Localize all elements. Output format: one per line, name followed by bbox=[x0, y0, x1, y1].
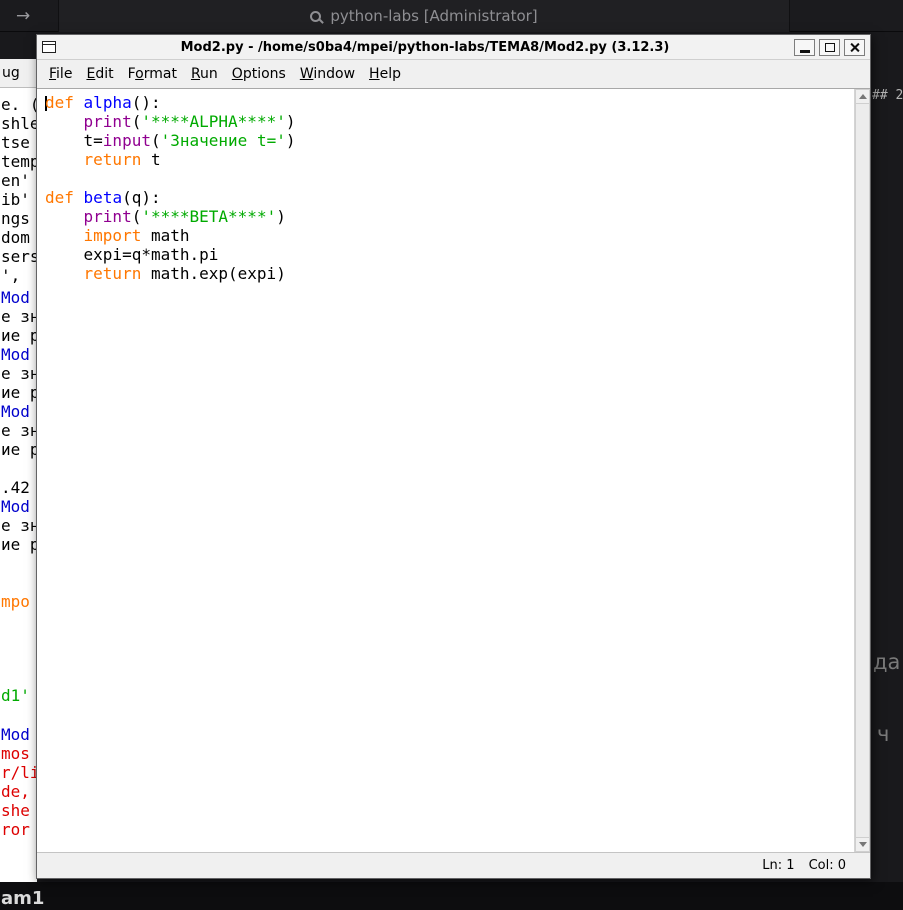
background-text-fragment: ## 2 bbox=[872, 88, 903, 103]
menu-file[interactable]: File bbox=[42, 62, 79, 86]
scroll-up-button[interactable] bbox=[855, 89, 870, 104]
background-code-fragment: mpo bbox=[1, 592, 30, 611]
code-editor[interactable]: def alpha(): print('****ALPHA****') t=in… bbox=[37, 89, 854, 852]
background-code-fragment: е зн bbox=[1, 421, 37, 440]
code-line-5[interactable] bbox=[45, 169, 854, 188]
background-code-fragment: Mod bbox=[1, 497, 30, 516]
triangle-down-icon bbox=[859, 842, 867, 847]
background-code-fragment: Mod bbox=[1, 725, 30, 744]
code-line-8[interactable]: import math bbox=[45, 226, 854, 245]
background-code-fragment: е зн bbox=[1, 364, 37, 383]
background-code-fragment: e. ( bbox=[1, 95, 37, 114]
background-code-fragment: d1' bbox=[1, 686, 30, 705]
vertical-scrollbar[interactable] bbox=[854, 89, 870, 852]
background-code-fragment: en' bbox=[1, 171, 30, 190]
status-column: Col: 0 bbox=[809, 858, 846, 873]
close-button[interactable] bbox=[844, 39, 865, 56]
background-window-editor: e. (shletsetempen'ib'ngsdomsers',Modе зн… bbox=[0, 59, 37, 882]
code-line-1[interactable]: def alpha(): bbox=[45, 93, 854, 112]
code-line-2[interactable]: print('****ALPHA****') bbox=[45, 112, 854, 131]
top-bar: → python-labs [Administrator] bbox=[0, 0, 903, 32]
background-code-fragment: е зн bbox=[1, 307, 37, 326]
code-line-9[interactable]: expi=q*math.pi bbox=[45, 245, 854, 264]
window-controls bbox=[794, 39, 865, 56]
background-code-fragment: ие р bbox=[1, 440, 37, 459]
background-code-fragment: .42 bbox=[1, 478, 30, 497]
background-code-fragment: r/li bbox=[1, 763, 37, 782]
background-code-fragment: sers bbox=[1, 247, 37, 266]
background-code-fragment: ngs bbox=[1, 209, 30, 228]
status-bar: Ln: 1 Col: 0 bbox=[37, 852, 870, 878]
background-text-fragment: да bbox=[873, 650, 900, 674]
background-code-fragment: ', bbox=[1, 266, 20, 285]
background-code-fragment: shle bbox=[1, 114, 37, 133]
background-code-fragment: dom bbox=[1, 228, 30, 247]
background-code-fragment: she bbox=[1, 801, 30, 820]
code-line-10[interactable]: return math.exp(expi) bbox=[45, 264, 854, 283]
background-code-fragment: Mod bbox=[1, 345, 30, 364]
background-code-fragment: ие р bbox=[1, 383, 37, 402]
background-code-fragment: de, bbox=[1, 782, 30, 801]
background-code-fragment: ib' bbox=[1, 190, 30, 209]
editor-container: def alpha(): print('****ALPHA****') t=in… bbox=[37, 89, 870, 852]
background-code-fragment: ие р bbox=[1, 535, 37, 554]
search-box[interactable]: python-labs [Administrator] bbox=[58, 0, 790, 32]
status-line: Ln: 1 bbox=[762, 858, 794, 873]
menu-bar: FileEditFormatRunOptionsWindowHelp bbox=[37, 60, 870, 89]
code-line-7[interactable]: print('****BETA****') bbox=[45, 207, 854, 226]
background-code-fragment: tse bbox=[1, 133, 30, 152]
forward-arrow-icon[interactable]: → bbox=[16, 5, 30, 27]
code-line-3[interactable]: t=input('Значение t=') bbox=[45, 131, 854, 150]
search-icon bbox=[310, 11, 321, 22]
scrollbar-thumb[interactable] bbox=[855, 104, 870, 837]
close-icon bbox=[849, 42, 860, 53]
desktop-bottom-area bbox=[0, 882, 903, 910]
minimize-button[interactable] bbox=[794, 39, 815, 56]
menu-run[interactable]: Run bbox=[184, 62, 225, 86]
background-text-fragment: ч bbox=[877, 722, 889, 746]
idle-editor-window: Mod2.py - /home/s0ba4/mpei/python-labs/T… bbox=[36, 34, 871, 879]
window-icon[interactable] bbox=[42, 41, 56, 53]
scroll-down-button[interactable] bbox=[855, 837, 870, 852]
menu-options[interactable]: Options bbox=[225, 62, 293, 86]
code-line-6[interactable]: def beta(q): bbox=[45, 188, 854, 207]
background-code-fragment: ие р bbox=[1, 326, 37, 345]
background-code-fragment: temp bbox=[1, 152, 37, 171]
window-title: Mod2.py - /home/s0ba4/mpei/python-labs/T… bbox=[56, 40, 794, 55]
menu-format[interactable]: Format bbox=[121, 62, 184, 86]
menu-edit[interactable]: Edit bbox=[79, 62, 120, 86]
triangle-up-icon bbox=[859, 94, 867, 99]
background-window-strip: ug e. (shletsetempen'ib'ngsdomsers',Modе… bbox=[0, 59, 37, 882]
maximize-icon bbox=[825, 43, 835, 52]
background-code-fragment: е зн bbox=[1, 516, 37, 535]
search-text: python-labs [Administrator] bbox=[330, 7, 537, 25]
background-code-fragment: Mod bbox=[1, 402, 30, 421]
window-titlebar[interactable]: Mod2.py - /home/s0ba4/mpei/python-labs/T… bbox=[37, 35, 870, 60]
background-code-fragment: ror bbox=[1, 820, 30, 839]
minimize-icon bbox=[800, 50, 810, 53]
background-code-fragment: mos bbox=[1, 744, 30, 763]
maximize-button[interactable] bbox=[819, 39, 840, 56]
menu-help[interactable]: Help bbox=[362, 62, 408, 86]
menu-window[interactable]: Window bbox=[293, 62, 362, 86]
background-code-fragment: Mod bbox=[1, 288, 30, 307]
code-line-4[interactable]: return t bbox=[45, 150, 854, 169]
